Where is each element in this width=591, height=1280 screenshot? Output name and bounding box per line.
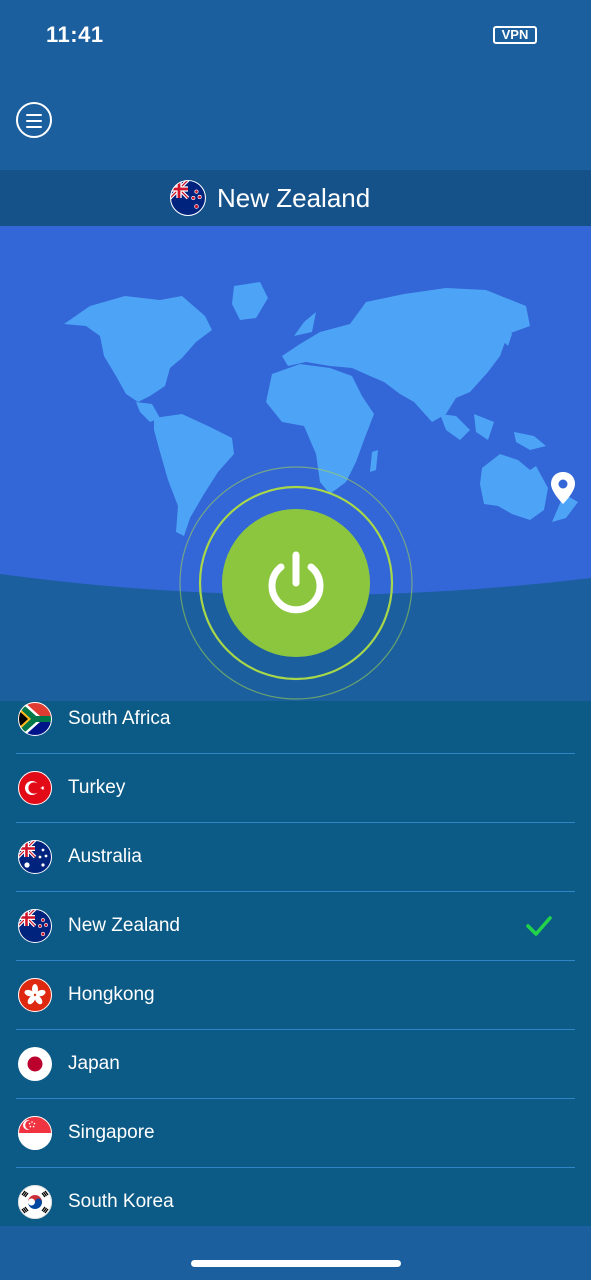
new-zealand-flag-icon (18, 909, 52, 943)
country-name: Singapore (68, 1122, 155, 1143)
current-location-bar[interactable]: New Zealand (0, 170, 591, 226)
menu-button[interactable] (16, 102, 52, 138)
singapore-flag-icon (18, 1116, 52, 1150)
country-name: New Zealand (68, 915, 180, 936)
country-name: South Africa (68, 708, 171, 729)
connect-button-area[interactable] (178, 465, 414, 701)
country-row-singapore[interactable]: Singapore (16, 1099, 575, 1168)
country-name: Turkey (68, 777, 126, 798)
status-time: 11:41 (46, 22, 104, 47)
country-name: Hongkong (68, 984, 155, 1005)
status-bar: 11:41 VPN (0, 0, 591, 70)
japan-flag-icon (18, 1047, 52, 1081)
country-name: Australia (68, 846, 142, 867)
country-name: Japan (68, 1053, 120, 1074)
south-africa-flag-icon (18, 702, 52, 736)
vpn-status-badge: VPN (493, 26, 537, 44)
checkmark-icon (526, 916, 552, 936)
country-row-hongkong[interactable]: Hongkong (16, 961, 575, 1030)
hamburger-menu-icon-line (26, 126, 42, 128)
south-korea-flag-icon (18, 1185, 52, 1219)
current-location-name: New Zealand (217, 183, 371, 213)
hongkong-flag-icon (18, 978, 52, 1012)
country-row-south-africa[interactable]: South Africa (16, 701, 575, 754)
turkey-flag-icon (18, 771, 52, 805)
country-row-turkey[interactable]: Turkey (16, 754, 575, 823)
country-row-new-zealand[interactable]: New Zealand (16, 892, 575, 961)
hamburger-menu-icon-line (26, 120, 42, 122)
new-zealand-flag-icon (170, 180, 206, 216)
hamburger-menu-icon-line (26, 114, 42, 116)
australia-flag-icon (18, 840, 52, 874)
country-name: South Korea (68, 1191, 174, 1212)
country-row-south-korea[interactable]: South Korea (16, 1168, 575, 1226)
home-indicator[interactable] (191, 1260, 401, 1267)
country-list[interactable]: South Africa Turkey Australia New Zealan… (0, 701, 591, 1226)
country-row-australia[interactable]: Australia (16, 823, 575, 892)
country-row-japan[interactable]: Japan (16, 1030, 575, 1099)
